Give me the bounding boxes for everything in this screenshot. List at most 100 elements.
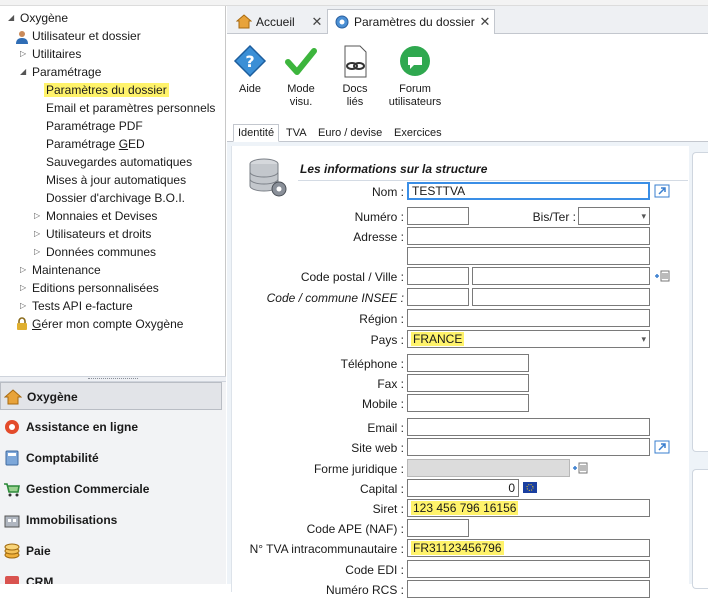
tree-item-donnees-communes[interactable]: Données communes <box>46 243 156 261</box>
side-panel <box>692 469 708 589</box>
tab-accueil[interactable]: Accueil ✕ <box>229 9 325 34</box>
module-label: Assistance en ligne <box>26 420 139 434</box>
docs-lies-button[interactable]: Docs liés <box>325 44 385 109</box>
code-ape-field[interactable] <box>407 519 469 537</box>
lifebuoy-icon <box>5 420 19 434</box>
tree-item-gerer-compte[interactable]: Gérer mon compte Oxygène <box>32 315 183 333</box>
tree-item-sauvegardes[interactable]: Sauvegardes automatiques <box>46 153 192 171</box>
module-immobilisations[interactable]: Immobilisations <box>0 506 222 534</box>
tab-identite[interactable]: Identité <box>233 124 280 142</box>
collapse-arrow-icon[interactable]: ▷ <box>20 45 28 63</box>
nom-field[interactable]: TESTTVA <box>407 182 650 200</box>
tab-euro-devise[interactable]: Euro / devise <box>314 126 386 142</box>
adresse-field-1[interactable] <box>407 227 650 245</box>
email-field[interactable] <box>407 418 650 436</box>
mobile-label: Mobile : <box>361 397 404 411</box>
telephone-label: Téléphone : <box>340 357 404 371</box>
adresse-field-2[interactable] <box>407 247 650 265</box>
structure-panel: Les informations sur la structure Nom : … <box>231 146 689 598</box>
code-postal-ville-label: Code postal / Ville : <box>300 270 404 284</box>
collapse-arrow-icon[interactable]: ▷ <box>20 297 28 315</box>
tree-item-parametrage[interactable]: Paramétrage <box>32 63 101 81</box>
eu-flag-icon[interactable] <box>522 481 538 495</box>
list-add-icon[interactable] <box>654 269 670 283</box>
module-crm[interactable]: CRM <box>0 568 222 584</box>
code-edi-field[interactable] <box>407 560 650 578</box>
open-link-icon[interactable] <box>654 184 670 198</box>
tree-item-utilisateurs-droits[interactable]: Utilisateurs et droits <box>46 225 151 243</box>
tree-item-utilisateur-dossier[interactable]: Utilisateur et dossier <box>32 27 141 45</box>
insee-code-field[interactable] <box>407 288 469 306</box>
site-web-field[interactable] <box>407 438 650 456</box>
collapse-arrow-icon[interactable]: ▷ <box>34 225 42 243</box>
help-icon: ? <box>233 44 267 80</box>
module-label: Gestion Commerciale <box>26 482 150 496</box>
forum-button[interactable]: Forum utilisateurs <box>385 44 445 109</box>
module-assistance[interactable]: Assistance en ligne <box>0 413 222 441</box>
cart-icon <box>4 483 20 497</box>
tab-exercices[interactable]: Exercices <box>390 126 446 142</box>
close-icon[interactable]: ✕ <box>478 10 492 34</box>
tree-item-tests-api[interactable]: Tests API e-facture <box>32 297 133 315</box>
tab-label: Paramètres du dossier <box>354 15 475 29</box>
module-paie[interactable]: Paie <box>0 537 222 565</box>
fax-field[interactable] <box>407 374 529 392</box>
insee-commune-field[interactable] <box>472 288 650 306</box>
region-field[interactable] <box>407 309 650 327</box>
tree-item-archivage[interactable]: Dossier d'archivage B.O.I. <box>46 189 185 207</box>
form-area: Les informations sur la structure Nom : … <box>227 142 708 598</box>
form-tabs: Identité TVA Euro / devise Exercices <box>227 124 708 142</box>
button-label: visu. <box>289 96 313 108</box>
expand-arrow-icon[interactable]: ◢ <box>8 9 16 27</box>
capital-field[interactable]: 0 <box>407 479 519 497</box>
button-label: Mode <box>287 83 315 95</box>
mode-visu-button[interactable]: Mode visu. <box>271 44 331 109</box>
tree-item-pdf[interactable]: Paramétrage PDF <box>46 117 143 135</box>
tab-parametres-dossier[interactable]: Paramètres du dossier ✕ <box>327 9 495 34</box>
collapse-arrow-icon[interactable]: ▷ <box>34 207 42 225</box>
tva-intracom-value: FR31123456796 <box>411 541 504 555</box>
tree-item-editions[interactable]: Editions personnalisées <box>32 279 159 297</box>
accelerator-letter: G <box>32 317 42 331</box>
tva-intracom-field[interactable]: FR31123456796 <box>407 539 650 557</box>
numero-rcs-field[interactable] <box>407 580 650 598</box>
module-gestion-commerciale[interactable]: Gestion Commerciale <box>0 475 222 503</box>
tree-item-parametres-dossier[interactable]: Paramètres du dossier <box>44 81 169 99</box>
collapse-arrow-icon[interactable]: ▷ <box>20 261 28 279</box>
splitter-grip[interactable] <box>88 378 138 380</box>
module-comptabilite[interactable]: Comptabilité <box>0 444 222 472</box>
bis-ter-select[interactable]: ▾ <box>578 207 650 225</box>
document-tabs: Accueil ✕ Paramètres du dossier ✕ <box>227 6 708 34</box>
siret-field[interactable]: 123 456 796 16156 <box>407 499 650 517</box>
close-icon[interactable]: ✕ <box>310 10 324 34</box>
collapse-arrow-icon[interactable]: ▷ <box>20 279 28 297</box>
region-label: Région : <box>359 312 404 326</box>
code-postal-field[interactable] <box>407 267 469 285</box>
forme-juridique-label: Forme juridique : <box>313 462 404 476</box>
module-label: Immobilisations <box>26 513 118 527</box>
tab-tva[interactable]: TVA <box>282 126 311 142</box>
list-add-icon[interactable] <box>572 461 588 475</box>
module-label: Paie <box>26 544 51 558</box>
telephone-field[interactable] <box>407 354 529 372</box>
open-link-icon[interactable] <box>654 440 670 454</box>
user-icon <box>16 31 28 44</box>
tree-item-maintenance[interactable]: Maintenance <box>32 261 101 279</box>
forum-icon <box>398 44 432 80</box>
pays-select[interactable]: FRANCE ▾ <box>407 330 650 348</box>
tree-root[interactable]: Oxygène <box>20 9 68 27</box>
tree-item-monnaies[interactable]: Monnaies et Devises <box>46 207 157 225</box>
ville-field[interactable] <box>472 267 650 285</box>
nom-label: Nom : <box>371 185 404 199</box>
mobile-field[interactable] <box>407 394 529 412</box>
tree-item-mises-a-jour[interactable]: Mises à jour automatiques <box>46 171 186 189</box>
module-oxygene[interactable]: Oxygène <box>0 382 222 410</box>
collapse-arrow-icon[interactable]: ▷ <box>34 243 42 261</box>
expand-arrow-icon[interactable]: ◢ <box>20 63 28 81</box>
accelerator-letter: G <box>118 137 129 151</box>
tree-item-ged[interactable]: Paramétrage GED <box>46 135 145 153</box>
forme-juridique-field <box>407 459 570 477</box>
tree-item-email[interactable]: Email et paramètres personnels <box>46 99 215 117</box>
tree-item-utilitaires[interactable]: Utilitaires <box>32 45 81 63</box>
module-label: Comptabilité <box>26 451 99 465</box>
